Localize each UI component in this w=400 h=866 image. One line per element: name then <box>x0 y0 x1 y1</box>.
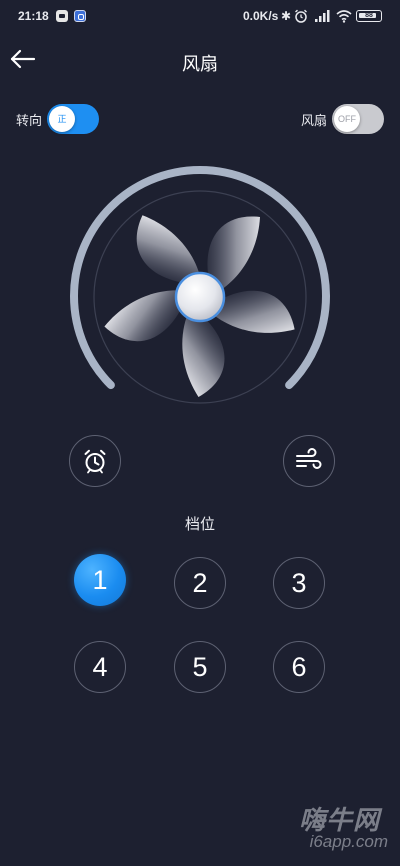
network-speed: 0.0K/s <box>243 9 279 23</box>
fan-toggle-label: 风扇 <box>300 112 327 128</box>
security-app-icon <box>74 10 86 22</box>
fan-toggle-knob: OFF <box>334 106 360 132</box>
gear-button-4[interactable]: 4 <box>74 641 126 693</box>
fan-display <box>70 166 330 404</box>
status-bar: 21:18 0.0K/s ✱ 88 <box>0 0 400 34</box>
watermark: 嗨牛网 i6app.com <box>278 800 388 860</box>
page-title: 风扇 <box>182 54 218 74</box>
gear-button-2[interactable]: 2 <box>174 557 226 609</box>
wind-mode-button[interactable] <box>283 435 335 487</box>
fan-hub <box>174 271 226 323</box>
direction-toggle-label: 转向 <box>16 112 43 128</box>
fan-power-toggle[interactable]: OFF <box>332 104 384 134</box>
alarm-icon <box>295 9 307 23</box>
wind-icon <box>296 448 322 469</box>
gear-button-3[interactable]: 3 <box>273 557 325 609</box>
gear-button-1[interactable]: 1 <box>74 554 126 606</box>
direction-toggle-knob-text: 正 <box>57 114 67 124</box>
message-app-icon <box>56 10 68 22</box>
fan-toggle-row: 风扇 OFF <box>301 103 384 135</box>
gear-button-6[interactable]: 6 <box>273 641 325 693</box>
wifi-icon <box>336 10 352 23</box>
timer-button[interactable] <box>69 435 121 487</box>
direction-toggle-row: 转向 正 <box>16 103 100 135</box>
status-time: 21:18 <box>18 9 49 23</box>
battery-icon: 88 <box>356 10 382 22</box>
fan-control-screen: 21:18 0.0K/s ✱ 88 风扇 转向 正 风扇 OFF 档位 1 2 … <box>0 0 400 866</box>
direction-toggle-knob: 正 <box>49 106 76 132</box>
fan-toggle-knob-text: OFF <box>338 114 356 124</box>
fan-icon <box>104 215 295 397</box>
signal-icon <box>315 10 330 22</box>
alarm-clock-icon <box>84 449 106 474</box>
gear-button-5[interactable]: 5 <box>174 641 226 693</box>
direction-toggle[interactable]: 正 <box>47 104 100 134</box>
battery-level: 88 <box>365 12 373 19</box>
watermark-url: i6app.com <box>309 832 388 851</box>
bluetooth-icon: ✱ <box>281 9 292 23</box>
gear-section-title: 档位 <box>184 516 215 533</box>
